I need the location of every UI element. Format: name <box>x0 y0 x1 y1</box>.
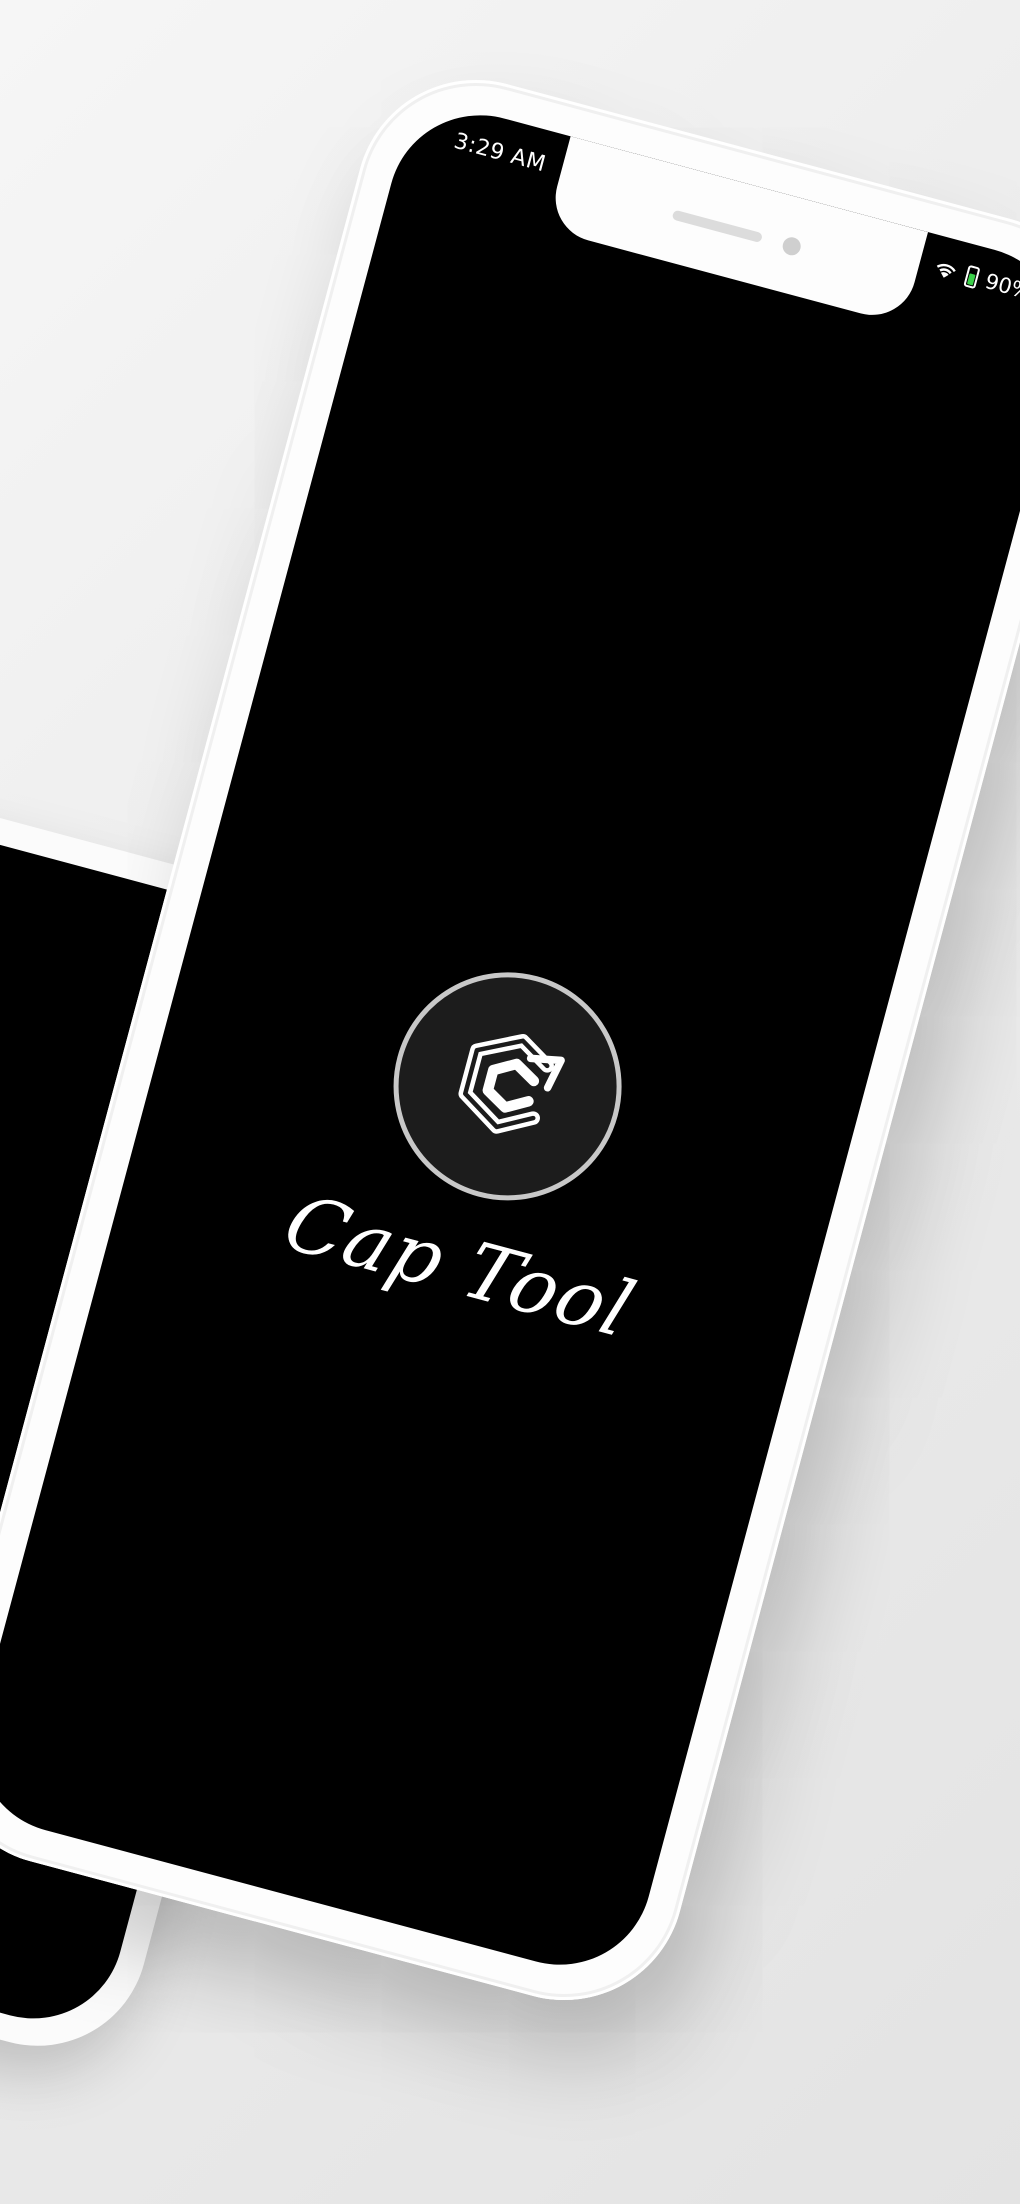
speaker-grille <box>671 209 764 244</box>
splash-screen: 3:29 AM 90% Cap Tool <box>0 94 1020 1986</box>
status-time: 3:29 AM <box>451 128 549 178</box>
battery-icon <box>963 264 981 290</box>
cap-tool-logo-icon <box>458 1034 565 1134</box>
app-name: Cap Tool <box>272 1178 647 1356</box>
front-camera <box>780 235 803 258</box>
device-notch <box>545 136 929 325</box>
wifi-icon <box>937 263 957 278</box>
device-mockup: 3:29 AM 90% Cap Tool <box>0 52 1020 2028</box>
promo-canvas: 3:29 AM 90% Cap Tool <box>0 0 1020 2204</box>
app-logo-badge <box>367 946 648 1226</box>
splash-content: Cap Tool <box>113 887 871 1400</box>
battery-percent: 90% <box>982 269 1020 305</box>
status-indicators: 90% <box>930 255 1020 304</box>
device-frame: 3:29 AM 90% Cap Tool <box>0 52 1020 2028</box>
